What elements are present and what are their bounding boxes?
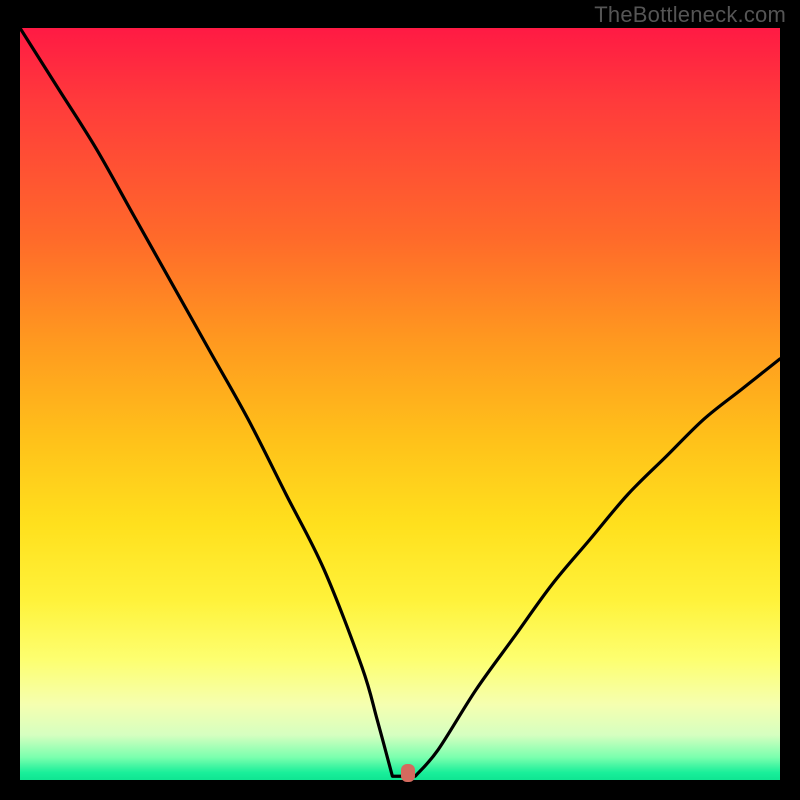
plot-area [20, 28, 780, 780]
minimum-marker [401, 764, 415, 782]
chart-frame: TheBottleneck.com [0, 0, 800, 800]
watermark-text: TheBottleneck.com [594, 2, 786, 28]
bottleneck-curve [20, 28, 780, 780]
